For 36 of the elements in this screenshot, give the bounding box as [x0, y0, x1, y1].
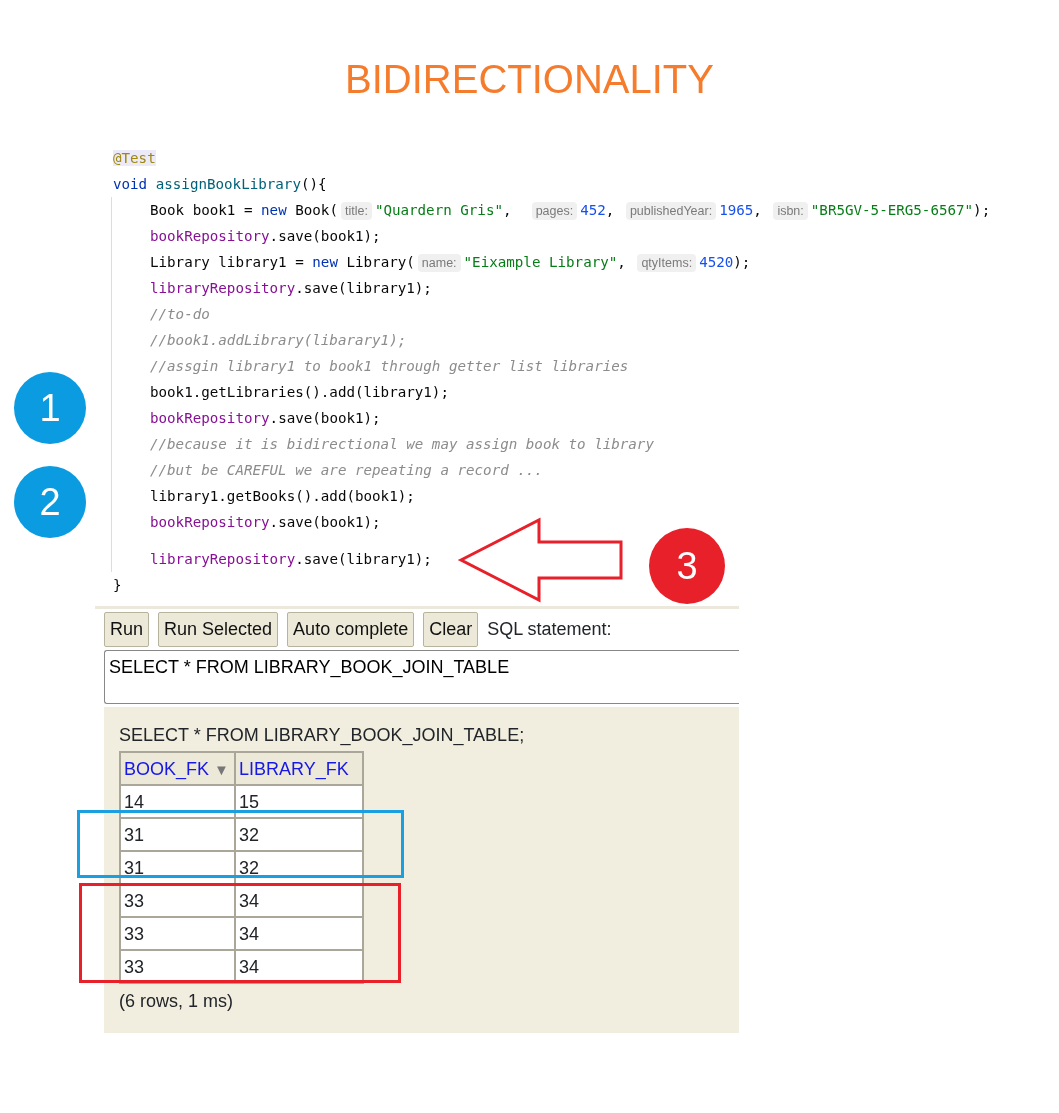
table-cell: 34	[235, 917, 363, 950]
code-line: //to-do	[150, 305, 210, 324]
console-button[interactable]: Clear	[423, 612, 479, 647]
code-line: libraryRepository.save(library1);	[150, 550, 432, 569]
code-line: //assgin library1 to book1 through getter list libraries	[150, 357, 629, 376]
number-marker: 3	[649, 528, 725, 604]
code-line: bookRepository.save(book1);	[150, 409, 381, 428]
query-text: SELECT * FROM LIBRARY_BOOK_JOIN_TABLE;	[119, 724, 526, 748]
table-cell: 33	[120, 884, 235, 917]
code-line: Book book1 = new Book( title: "Quardern Gris", pages: 452, publishedYear: 1965, isbn: "BR5GV-5-ERG5-6567");	[150, 201, 991, 222]
row-count-text: (6 rows, 1 ms)	[119, 990, 234, 1013]
code-line: //book1.addLibrary(libarary1);	[150, 331, 407, 350]
code-line: book1.getLibraries().add(library1);	[150, 383, 449, 402]
console-button[interactable]: Run Selected	[158, 612, 279, 647]
console-button[interactable]: Run	[104, 612, 150, 647]
code-line: Library library1 = new Library( name: "Eixample Library", qtyItems: 4520);	[150, 253, 751, 274]
code-line: bookRepository.save(book1);	[150, 227, 381, 246]
code-line: void assignBookLibrary(){	[113, 175, 327, 194]
sql-input-field[interactable]: SELECT * FROM LIBRARY_BOOK_JOIN_TABLE	[104, 650, 739, 704]
table-cell: 31	[120, 818, 235, 851]
table-cell: 32	[235, 818, 363, 851]
field-label: SQL statement:	[487, 618, 612, 641]
column-header[interactable]: LIBRARY_FK	[235, 752, 363, 785]
number-marker: 2	[14, 466, 86, 538]
column-header[interactable]: BOOK_FK ▼	[120, 752, 235, 785]
code-line: bookRepository.save(book1);	[150, 513, 381, 532]
number-marker: 1	[14, 372, 86, 444]
code-line: }	[113, 576, 122, 595]
code-line: libraryRepository.save(library1);	[150, 279, 432, 298]
code-line: library1.getBooks().add(book1);	[150, 487, 415, 506]
table-cell: 33	[120, 917, 235, 950]
code-line: //but be CAREFUL we are repeating a record ...	[150, 461, 543, 480]
code-line: //because it is bidirectional we may assign book to library	[150, 435, 654, 454]
slide-title: BIDIRECTIONALITY	[344, 56, 715, 103]
console-button[interactable]: Auto complete	[287, 612, 415, 647]
table-cell: 34	[235, 884, 363, 917]
